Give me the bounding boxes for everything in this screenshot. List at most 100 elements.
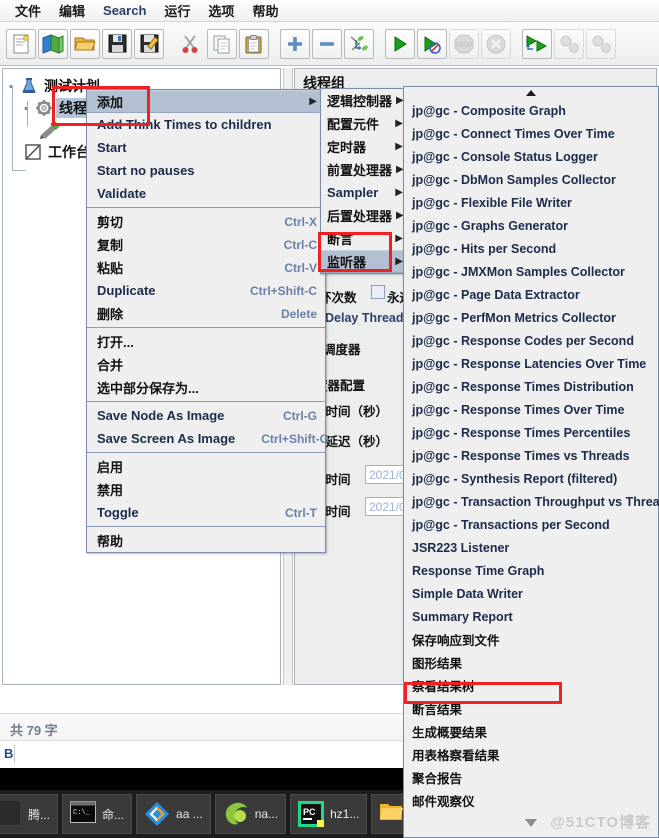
toggle-icon[interactable] xyxy=(344,28,374,59)
listener-item-label: 聚合报告 xyxy=(412,772,463,786)
listener-item-transactions-per-second[interactable]: jp@gc - Transactions per Second xyxy=(404,513,658,536)
context-menu-item-enable[interactable]: 启用 xyxy=(87,455,325,478)
listener-item-response-codes-per-second[interactable]: jp@gc - Response Codes per Second xyxy=(404,329,658,352)
context-menu-item-delete[interactable]: 删除 Delete xyxy=(87,302,325,325)
context-menu-item-add-think-times[interactable]: Add Think Times to children xyxy=(87,113,325,136)
context-menu-item-start[interactable]: Start xyxy=(87,136,325,159)
taskbar-item-cmd[interactable]: C:\_ 命... xyxy=(62,794,133,834)
context-menu-item-add[interactable]: 添加 ▶ xyxy=(87,90,325,113)
menu-help[interactable]: 帮助 xyxy=(243,0,287,22)
context-menu-item-toggle[interactable]: Toggle Ctrl-T xyxy=(87,501,325,524)
copy-icon[interactable] xyxy=(207,28,237,59)
stop-icon[interactable]: STOP xyxy=(449,28,479,59)
context-menu-item-cut[interactable]: 剪切 Ctrl-X xyxy=(87,210,325,233)
taskbar-item-navicat[interactable]: na... xyxy=(214,794,287,834)
listener-item-response-times-over-time[interactable]: jp@gc - Response Times Over Time xyxy=(404,398,658,421)
add-submenu-item-post-processor[interactable]: 后置处理器 ▶ xyxy=(321,204,407,227)
listener-item-response-times-vs-threads[interactable]: jp@gc - Response Times vs Threads xyxy=(404,444,658,467)
context-menu-item-open[interactable]: 打开... xyxy=(87,330,325,353)
menu-edit[interactable]: 编辑 xyxy=(50,0,94,22)
listener-item-connect-times-over-time[interactable]: jp@gc - Connect Times Over Time xyxy=(404,122,658,145)
remote-start-all-icon[interactable] xyxy=(522,28,552,59)
context-menu-item-disable[interactable]: 禁用 xyxy=(87,478,325,501)
listener-item-view-results-in-table[interactable]: 用表格察看结果 xyxy=(404,743,658,766)
listener-item-assertion-results[interactable]: 断言结果 xyxy=(404,697,658,720)
cut-icon[interactable] xyxy=(175,29,205,59)
listener-item-composite-graph[interactable]: jp@gc - Composite Graph xyxy=(404,99,658,122)
tree-context-menu[interactable]: 添加 ▶ Add Think Times to children Start S… xyxy=(86,89,329,553)
tree-expand-handle-icon[interactable] xyxy=(9,82,18,91)
context-menu-item-copy[interactable]: 复制 Ctrl-C xyxy=(87,233,325,256)
save-as-icon[interactable] xyxy=(134,28,164,59)
listener-item-mailer-visualizer[interactable]: 邮件观察仪 xyxy=(404,789,658,812)
shutdown-icon[interactable] xyxy=(481,28,511,59)
context-menu-item-save-screen-as-image[interactable]: Save Screen As Image Ctrl+Shift-G xyxy=(87,427,329,450)
add-submenu-item-assertion[interactable]: 断言 ▶ xyxy=(321,227,407,250)
remote-shutdown-all-icon[interactable] xyxy=(586,28,616,59)
start-no-pauses-icon[interactable] xyxy=(417,28,447,59)
taskbar-item-tencent[interactable]: 腾... xyxy=(0,794,59,834)
listener-item-response-time-graph[interactable]: Response Time Graph xyxy=(404,559,658,582)
context-menu-item-validate[interactable]: Validate xyxy=(87,182,325,205)
listener-item-jsr223-listener[interactable]: JSR223 Listener xyxy=(404,536,658,559)
listener-item-view-results-tree[interactable]: 察看结果树 xyxy=(404,674,658,697)
listener-item-simple-data-writer[interactable]: Simple Data Writer xyxy=(404,582,658,605)
save-icon[interactable] xyxy=(102,28,132,59)
listener-item-save-responses-to-file[interactable]: 保存响应到文件 xyxy=(404,628,658,651)
listener-item-response-latencies-over-time[interactable]: jp@gc - Response Latencies Over Time xyxy=(404,352,658,375)
context-menu-item-save-selection-as[interactable]: 选中部分保存为... xyxy=(87,376,325,399)
expand-all-icon[interactable] xyxy=(280,28,310,59)
listener-item-label: 邮件观察仪 xyxy=(412,795,475,809)
forever-checkbox[interactable] xyxy=(371,285,385,299)
listener-item-synthesis-report-filtered[interactable]: jp@gc - Synthesis Report (filtered) xyxy=(404,467,658,490)
workbench-icon xyxy=(24,143,42,161)
listener-item-graph-results[interactable]: 图形结果 xyxy=(404,651,658,674)
collapse-all-icon[interactable] xyxy=(312,28,342,59)
scroll-up-arrow-icon[interactable] xyxy=(404,87,658,99)
listener-item-summary-report[interactable]: Summary Report xyxy=(404,605,658,628)
context-menu-item-paste[interactable]: 粘贴 Ctrl-V xyxy=(87,256,325,279)
menu-run[interactable]: 运行 xyxy=(155,0,199,22)
templates-icon[interactable] xyxy=(38,28,68,59)
add-submenu-item-listener[interactable]: 监听器 ▶ xyxy=(321,250,407,273)
listener-item-console-status-logger[interactable]: jp@gc - Console Status Logger xyxy=(404,145,658,168)
listener-item-aggregate-report[interactable]: 聚合报告 xyxy=(404,766,658,789)
context-menu-item-save-node-as-image[interactable]: Save Node As Image Ctrl-G xyxy=(87,404,325,427)
listener-item-generate-summary-results[interactable]: 生成概要结果 xyxy=(404,720,658,743)
context-menu-item-merge[interactable]: 合并 xyxy=(87,353,325,376)
add-submenu-item-logic-controller[interactable]: 逻辑控制器 ▶ xyxy=(321,89,407,112)
context-menu-item-help[interactable]: 帮助 xyxy=(87,529,325,552)
add-submenu[interactable]: 逻辑控制器 ▶ 配置元件 ▶ 定时器 ▶ 前置处理器 ▶ Sampler ▶ 后… xyxy=(320,88,408,274)
add-submenu-item-sampler[interactable]: Sampler ▶ xyxy=(321,181,407,204)
add-submenu-item-pre-processor[interactable]: 前置处理器 ▶ xyxy=(321,158,407,181)
menu-file[interactable]: 文件 xyxy=(6,0,50,22)
listener-submenu[interactable]: jp@gc - Composite Graph jp@gc - Connect … xyxy=(403,86,659,838)
listener-item-jmxmon-samples-collector[interactable]: jp@gc - JMXMon Samples Collector xyxy=(404,260,658,283)
listener-item-transaction-throughput-vs-threads[interactable]: jp@gc - Transaction Throughput vs Thread… xyxy=(404,490,659,513)
add-submenu-label: 后置处理器 xyxy=(327,209,393,224)
context-menu-item-duplicate[interactable]: Duplicate Ctrl+Shift-C xyxy=(87,279,325,302)
menu-options[interactable]: 选项 xyxy=(199,0,243,22)
listener-item-perfmon-metrics-collector[interactable]: jp@gc - PerfMon Metrics Collector xyxy=(404,306,658,329)
taskbar-item-vmware[interactable]: aa ... xyxy=(136,794,211,834)
listener-item-flexible-file-writer[interactable]: jp@gc - Flexible File Writer xyxy=(404,191,658,214)
context-menu-label: 复制 xyxy=(97,238,124,253)
context-menu-label: 打开... xyxy=(97,335,134,350)
listener-item-page-data-extractor[interactable]: jp@gc - Page Data Extractor xyxy=(404,283,658,306)
listener-item-graphs-generator[interactable]: jp@gc - Graphs Generator xyxy=(404,214,658,237)
remote-stop-all-icon[interactable] xyxy=(554,28,584,59)
listener-item-response-times-percentiles[interactable]: jp@gc - Response Times Percentiles xyxy=(404,421,658,444)
new-icon[interactable] xyxy=(6,28,36,59)
start-icon[interactable] xyxy=(385,28,415,59)
add-submenu-item-timer[interactable]: 定时器 ▶ xyxy=(321,135,407,158)
listener-item-hits-per-second[interactable]: jp@gc - Hits per Second xyxy=(404,237,658,260)
listener-item-response-times-distribution[interactable]: jp@gc - Response Times Distribution xyxy=(404,375,658,398)
open-icon[interactable] xyxy=(70,28,100,59)
add-submenu-item-config-element[interactable]: 配置元件 ▶ xyxy=(321,112,407,135)
paste-icon[interactable] xyxy=(239,28,269,59)
context-menu-item-start-no-pauses[interactable]: Start no pauses xyxy=(87,159,325,182)
listener-item-dbmon-samples-collector[interactable]: jp@gc - DbMon Samples Collector xyxy=(404,168,658,191)
taskbar-item-pycharm[interactable]: PC hz1... xyxy=(290,794,368,834)
menu-search[interactable]: Search xyxy=(94,1,155,20)
tree-expand-handle-icon[interactable] xyxy=(24,104,33,113)
